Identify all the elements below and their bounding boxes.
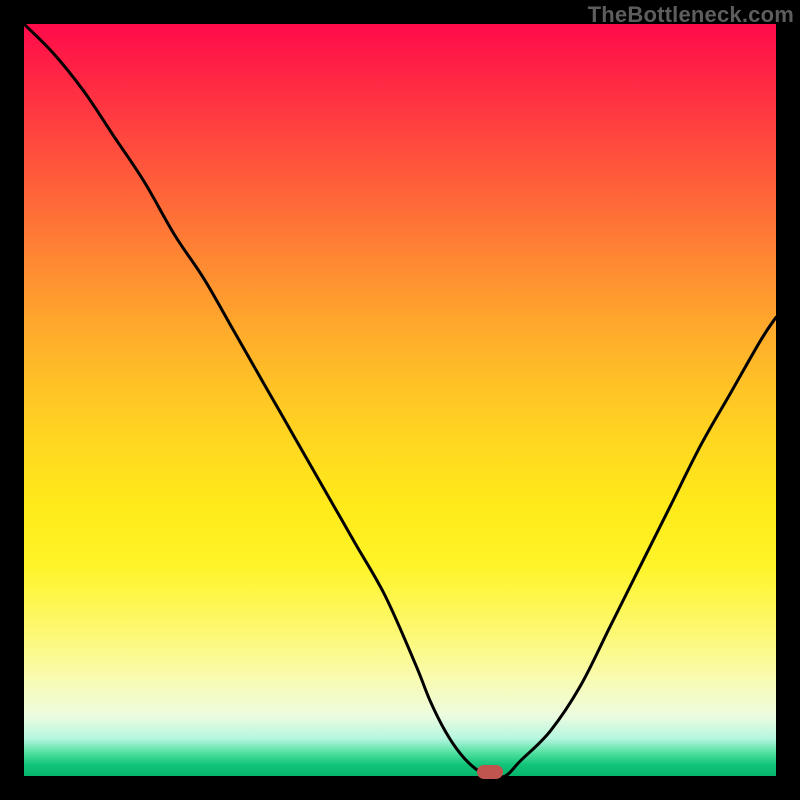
minimum-marker (477, 765, 503, 779)
plot-area (24, 24, 776, 776)
watermark-text: TheBottleneck.com (588, 2, 794, 28)
bottleneck-curve (24, 24, 776, 776)
chart-stage: TheBottleneck.com (0, 0, 800, 800)
